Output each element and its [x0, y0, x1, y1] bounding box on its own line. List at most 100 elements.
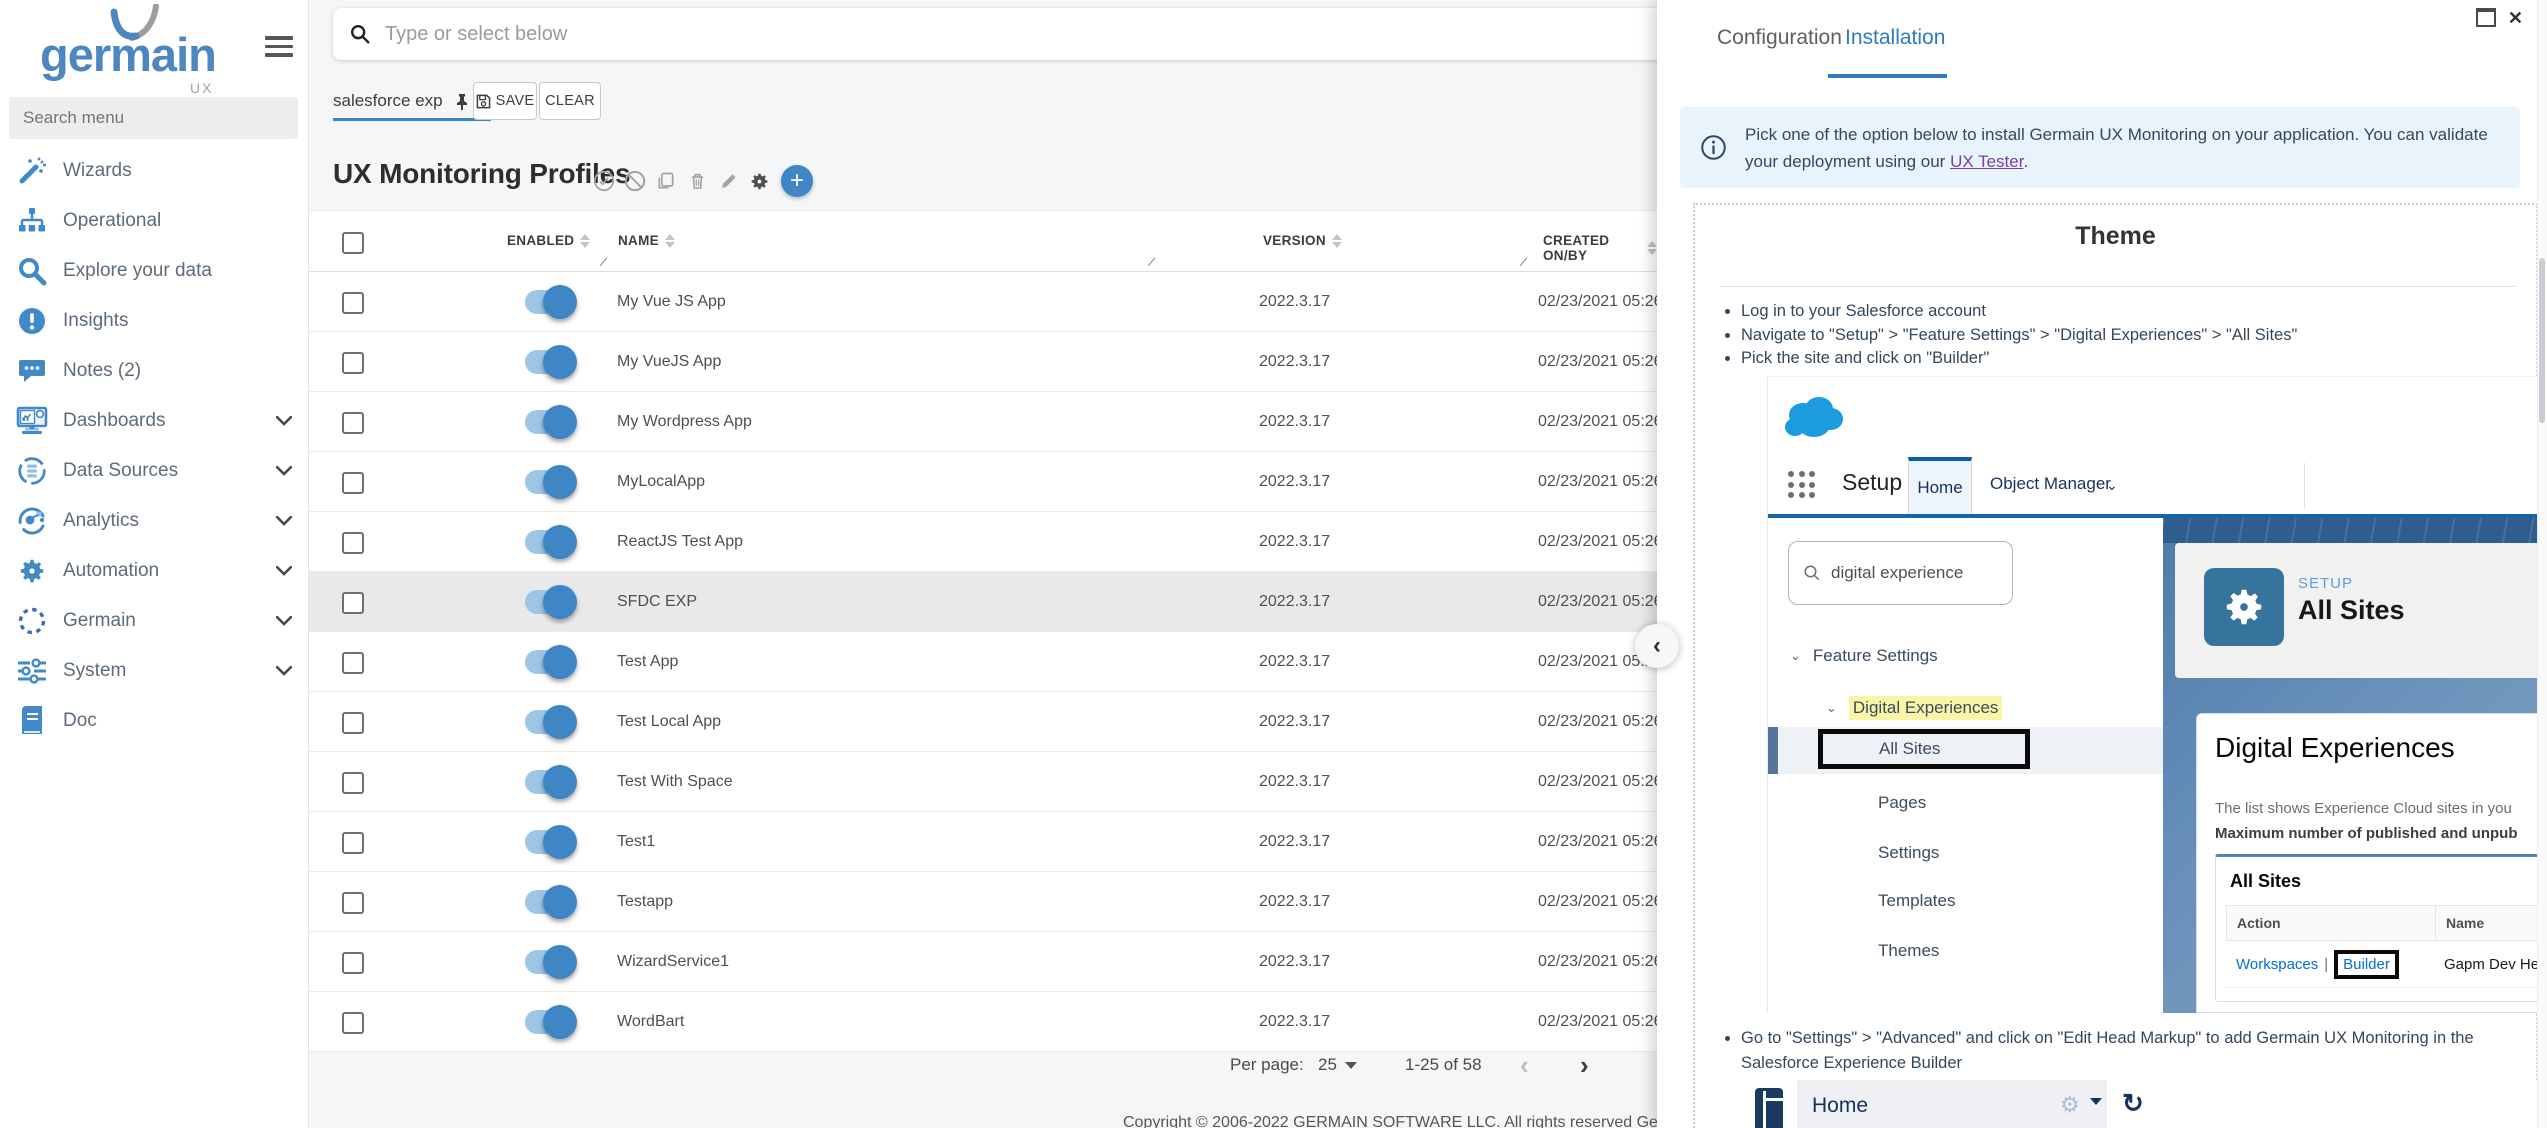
disable-ban-icon[interactable]: [624, 170, 646, 192]
enabled-toggle[interactable]: [525, 1010, 571, 1034]
sf-tree-pages[interactable]: Pages: [1878, 793, 1926, 813]
save-button[interactable]: SAVE: [473, 82, 537, 120]
ux-tester-link[interactable]: UX Tester: [1950, 152, 2023, 171]
column-header-name[interactable]: NAME: [618, 233, 675, 248]
enable-check-circle-icon[interactable]: [593, 170, 615, 192]
builder-gear-icon[interactable]: ⚙: [2060, 1092, 2080, 1118]
sort-icon[interactable]: [1647, 241, 1657, 255]
row-checkbox[interactable]: [342, 292, 364, 314]
sidebar-item-notes-2[interactable]: Notes (2): [0, 346, 308, 396]
table-row[interactable]: My Wordpress App2022.3.1702/23/2021 05:2…: [308, 392, 1657, 452]
row-checkbox[interactable]: [342, 652, 364, 674]
row-checkbox[interactable]: [342, 1012, 364, 1034]
sf-tab-home[interactable]: Home: [1908, 457, 1972, 514]
sf-tree-feature-settings[interactable]: ⌄ Feature Settings: [1790, 646, 1938, 666]
enabled-toggle[interactable]: [525, 650, 571, 674]
sidebar-item-operational[interactable]: Operational: [0, 196, 308, 246]
add-profile-button[interactable]: +: [781, 165, 813, 197]
sidebar-item-explore-your-data[interactable]: Explore your data: [0, 246, 308, 296]
filter-chip[interactable]: salesforce exp ✕: [333, 86, 491, 121]
sf-tree-all-sites-selected[interactable]: All Sites: [1768, 727, 2163, 774]
enabled-toggle[interactable]: [525, 710, 571, 734]
chevron-down-icon[interactable]: [276, 466, 292, 476]
hamburger-menu-icon[interactable]: [265, 36, 293, 58]
table-row[interactable]: SFDC EXP2022.3.1702/23/2021 05:26:: [308, 572, 1657, 632]
tab-configuration[interactable]: Configuration: [1717, 26, 1842, 50]
sf-workspaces-link[interactable]: Workspaces: [2236, 956, 2318, 973]
builder-refresh-icon[interactable]: ↻: [2122, 1088, 2144, 1119]
row-checkbox[interactable]: [342, 472, 364, 494]
tab-installation[interactable]: Installation: [1845, 26, 1945, 50]
enabled-toggle[interactable]: [525, 530, 571, 554]
chevron-down-icon[interactable]: [276, 566, 292, 576]
delete-trash-icon[interactable]: [686, 170, 708, 192]
duplicate-copy-icon[interactable]: [655, 170, 677, 192]
row-checkbox[interactable]: [342, 712, 364, 734]
table-row[interactable]: Test Local App2022.3.1702/23/2021 05:26:: [308, 692, 1657, 752]
sf-tree-digital-experiences[interactable]: ⌄ Digital Experiences: [1826, 696, 2002, 720]
chevron-down-icon[interactable]: [276, 516, 292, 526]
row-checkbox[interactable]: [342, 592, 364, 614]
enabled-toggle[interactable]: [525, 350, 571, 374]
clear-button[interactable]: CLEAR: [539, 82, 601, 120]
table-row[interactable]: My Vue JS App2022.3.1702/23/2021 05:26:: [308, 272, 1657, 332]
table-row[interactable]: Test App2022.3.1702/23/2021 05:26:: [308, 632, 1657, 692]
sidebar-item-system[interactable]: System: [0, 646, 308, 696]
column-header-version[interactable]: VERSION: [1263, 233, 1342, 248]
global-search-bar[interactable]: [333, 8, 1657, 60]
row-checkbox[interactable]: [342, 832, 364, 854]
row-checkbox[interactable]: [342, 352, 364, 374]
row-checkbox[interactable]: [342, 532, 364, 554]
sidebar-item-wizards[interactable]: Wizards: [0, 146, 308, 196]
previous-page-button[interactable]: ‹: [1520, 1050, 1529, 1081]
row-checkbox[interactable]: [342, 772, 364, 794]
sidebar-item-data-sources[interactable]: Data Sources: [0, 446, 308, 496]
sidebar-item-dashboards[interactable]: Dashboards: [0, 396, 308, 446]
sf-tree-settings[interactable]: Settings: [1878, 843, 1939, 863]
sort-icon[interactable]: [580, 234, 590, 248]
scrollbar-thumb[interactable]: [2539, 258, 2545, 423]
select-all-checkbox[interactable]: [342, 232, 364, 254]
enabled-toggle[interactable]: [525, 290, 571, 314]
enabled-toggle[interactable]: [525, 830, 571, 854]
chevron-down-icon[interactable]: [276, 666, 292, 676]
next-page-button[interactable]: ›: [1580, 1050, 1589, 1081]
table-row[interactable]: My VueJS App2022.3.1702/23/2021 05:26:: [308, 332, 1657, 392]
panel-collapse-button[interactable]: ‹: [1635, 624, 1679, 668]
enabled-toggle[interactable]: [525, 590, 571, 614]
table-row[interactable]: Testapp2022.3.1702/23/2021 05:26:: [308, 872, 1657, 932]
app-launcher-icon[interactable]: [1788, 471, 1816, 499]
sf-builder-link[interactable]: Builder: [2334, 950, 2399, 979]
table-row[interactable]: ReactJS Test App2022.3.1702/23/2021 05:2…: [308, 512, 1657, 572]
sf-tab-object-manager[interactable]: Object Manager: [1990, 474, 2111, 494]
row-checkbox[interactable]: [342, 952, 364, 974]
table-row[interactable]: WizardService12022.3.1702/23/2021 05:26:: [308, 932, 1657, 992]
table-row[interactable]: MyLocalApp2022.3.1702/23/2021 05:26:: [308, 452, 1657, 512]
sf-quick-find-box[interactable]: digital experience: [1788, 541, 2013, 605]
close-icon[interactable]: ✕: [2508, 9, 2523, 27]
sidebar-search-input[interactable]: [9, 97, 298, 139]
table-row[interactable]: Test With Space2022.3.1702/23/2021 05:26…: [308, 752, 1657, 812]
sidebar-item-analytics[interactable]: Analytics: [0, 496, 308, 546]
sf-tree-templates[interactable]: Templates: [1878, 891, 1955, 911]
settings-gear-icon[interactable]: [748, 170, 770, 192]
sidebar-item-doc[interactable]: Doc: [0, 696, 308, 746]
per-page-select[interactable]: 25: [1318, 1055, 1357, 1075]
window-restore-icon[interactable]: [2476, 8, 2496, 27]
sort-icon[interactable]: [1332, 234, 1342, 248]
row-checkbox[interactable]: [342, 892, 364, 914]
sidebar-item-automation[interactable]: Automation: [0, 546, 308, 596]
column-header-enabled[interactable]: ENABLED: [507, 233, 590, 248]
enabled-toggle[interactable]: [525, 890, 571, 914]
sidebar-item-germain[interactable]: Germain: [0, 596, 308, 646]
sidebar-item-insights[interactable]: Insights: [0, 296, 308, 346]
edit-pencil-icon[interactable]: [717, 170, 739, 192]
column-header-created[interactable]: CREATED ON/BY: [1543, 233, 1657, 263]
pin-icon[interactable]: [455, 93, 469, 110]
sf-tree-themes[interactable]: Themes: [1878, 941, 1939, 961]
panel-scrollbar[interactable]: [2537, 0, 2547, 1128]
chevron-down-icon[interactable]: [276, 616, 292, 626]
search-input[interactable]: [383, 22, 1387, 47]
enabled-toggle[interactable]: [525, 470, 571, 494]
sort-icon[interactable]: [665, 234, 675, 248]
